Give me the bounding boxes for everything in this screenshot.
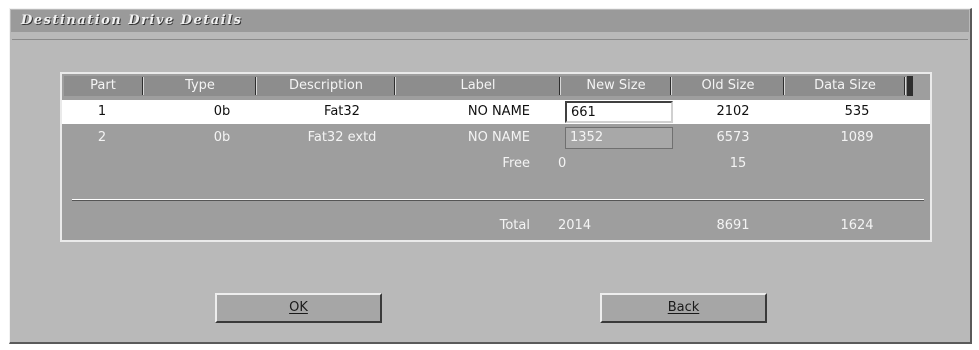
- type-cell: 0b: [213, 104, 231, 119]
- old-size-cell: 6573: [716, 130, 750, 145]
- column-header-type[interactable]: Type: [145, 76, 255, 96]
- column-header-new-size[interactable]: New Size: [562, 76, 670, 96]
- column-separator: [904, 77, 906, 95]
- description-cell: Fat32: [324, 104, 360, 119]
- description-cell: Fat32 extd: [307, 130, 377, 145]
- header-end-cap: [907, 76, 913, 96]
- table-row[interactable]: 2 0b Fat32 extd NO NAME 1352 6573 1089: [62, 126, 930, 150]
- free-label: Free: [502, 156, 530, 171]
- column-separator: [142, 77, 144, 95]
- label-cell: NO NAME: [467, 130, 530, 145]
- table-row[interactable]: 1 0b Fat32 NO NAME 661 2102 535: [62, 100, 930, 124]
- back-button-label: Back: [667, 300, 700, 315]
- window-title: Destination Drive Details: [21, 13, 243, 28]
- column-header-part[interactable]: Part: [64, 76, 142, 96]
- column-separator: [670, 77, 672, 95]
- table-header: Part Type Description Label New Size Old…: [64, 76, 909, 96]
- back-button[interactable]: Back: [600, 293, 767, 323]
- column-header-label[interactable]: Label: [397, 76, 559, 96]
- column-separator: [394, 77, 396, 95]
- ok-button-label: OK: [289, 300, 308, 315]
- partition-table: Part Type Description Label New Size Old…: [60, 72, 932, 242]
- total-old-size: 8691: [716, 218, 750, 233]
- column-separator: [255, 77, 257, 95]
- total-data-size: 1624: [840, 218, 874, 233]
- free-row: Free 0 15: [62, 152, 930, 176]
- data-size-cell: 535: [844, 104, 870, 119]
- total-row: Total 2014 8691 1624: [62, 214, 930, 238]
- ok-button[interactable]: OK: [215, 293, 382, 323]
- type-cell: 0b: [213, 130, 231, 145]
- total-label: Total: [499, 218, 530, 233]
- label-cell: NO NAME: [467, 104, 530, 119]
- column-separator: [559, 77, 561, 95]
- total-new-size: 2014: [558, 218, 592, 233]
- data-size-cell: 1089: [840, 130, 874, 145]
- part-cell: 2: [97, 130, 107, 145]
- column-header-data-size[interactable]: Data Size: [786, 76, 904, 96]
- free-new-size: 0: [558, 156, 567, 171]
- title-bar: Destination Drive Details: [11, 10, 969, 32]
- old-size-cell: 2102: [716, 104, 750, 119]
- column-header-description[interactable]: Description: [258, 76, 394, 96]
- free-old-size: 15: [729, 156, 747, 171]
- new-size-input[interactable]: 661: [565, 101, 673, 123]
- column-separator: [783, 77, 785, 95]
- total-divider: [72, 199, 924, 201]
- part-cell: 1: [97, 104, 107, 119]
- column-header-old-size[interactable]: Old Size: [673, 76, 783, 96]
- new-size-input[interactable]: 1352: [565, 127, 673, 149]
